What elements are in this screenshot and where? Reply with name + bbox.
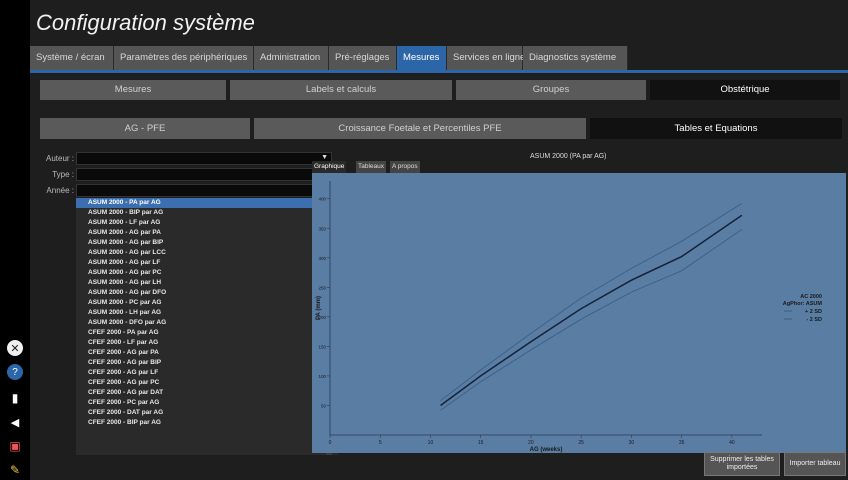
list-item[interactable]: ASUM 2000 - AG par DFO — [76, 288, 338, 298]
tab-underline — [30, 70, 848, 73]
config-window: Configuration système Système / écran Pa… — [30, 0, 848, 480]
speaker-icon[interactable]: ◀ — [5, 412, 25, 432]
chart-tab-tableaux[interactable]: Tableaux — [356, 161, 387, 173]
y-tick-label: 300 — [318, 256, 326, 261]
list-item[interactable]: ASUM 2000 - AG par LCC — [76, 248, 338, 258]
obs-tab-croissance[interactable]: Croissance Foetale et Percentiles PFE — [254, 118, 586, 139]
list-item[interactable]: CFEF 2000 - BIP par AG — [76, 418, 338, 428]
chart-tab-a-propos[interactable]: A propos — [390, 161, 420, 173]
obs-tab-ag-pfe[interactable]: AG - PFE — [40, 118, 250, 139]
tables-list[interactable]: ASUM 2000 - PA par AG ASUM 2000 - BIP par… — [76, 198, 338, 455]
type-label: Type : — [52, 170, 74, 179]
list-item[interactable]: CFEF 2000 - AG par PC — [76, 378, 338, 388]
delete-imported-tables-button[interactable]: Supprimer les tables importées — [704, 452, 780, 476]
legend-title: AgPhor: ASUM — [783, 301, 823, 307]
x-tick-label: 40 — [729, 440, 735, 446]
series-line-plus-2sd — [440, 203, 743, 402]
list-item[interactable]: ASUM 2000 - PA par AG — [76, 198, 338, 208]
subtab-groupes[interactable]: Groupes — [456, 80, 646, 100]
y-axis-label: PA (mm) — [316, 296, 322, 320]
list-item[interactable]: ASUM 2000 - BIP par AG — [76, 208, 338, 218]
x-tick-label: 35 — [679, 440, 685, 446]
y-tick-label: 50 — [321, 403, 327, 408]
list-item[interactable]: CFEF 2000 - LF par AG — [76, 338, 338, 348]
x-tick-label: 10 — [428, 440, 434, 446]
main-tabs: Système / écran Paramètres des périphéri… — [30, 46, 628, 70]
x-tick-label: 30 — [629, 440, 635, 446]
list-item[interactable]: CFEF 2000 - PC par AG — [76, 398, 338, 408]
page-title: Configuration système — [36, 10, 255, 35]
import-table-button[interactable]: Importer tableau — [784, 452, 846, 476]
list-item[interactable]: CFEF 2000 - AG par DAT — [76, 388, 338, 398]
tab-prereglages[interactable]: Pré-réglages — [329, 46, 397, 70]
list-item[interactable]: CFEF 2000 - DAT par AG — [76, 408, 338, 418]
chart-panel: 0 5 10 15 20 25 30 35 40 50 100 150 200 250 300 350 400 A… — [312, 173, 846, 453]
tab-peripheriques[interactable]: Paramètres des périphériques — [114, 46, 254, 70]
growth-chart: 0 5 10 15 20 25 30 35 4050100150200250300350400A… — [316, 181, 823, 453]
list-item[interactable]: ASUM 2000 - AG par LH — [76, 278, 338, 288]
subtab-labels-calculs[interactable]: Labels et calculs — [230, 80, 452, 100]
x-tick-label: 0 — [329, 440, 332, 446]
y-tick-label: 250 — [318, 285, 326, 290]
year-label: Année : — [46, 186, 74, 195]
list-item[interactable]: ASUM 2000 - DFO par AG — [76, 318, 338, 328]
x-axis-label: AG (weeks) — [530, 447, 563, 453]
author-select[interactable]: ▼ — [76, 152, 332, 165]
list-item[interactable]: CFEF 2000 - PA par AG — [76, 328, 338, 338]
legend-entry: + 2 SD — [805, 309, 822, 315]
series-line-mean — [440, 214, 743, 407]
legend-title: AC 2000 — [800, 294, 822, 300]
list-item[interactable]: CFEF 2000 - AG par BIP — [76, 358, 338, 368]
list-item[interactable]: ASUM 2000 - AG par PA — [76, 228, 338, 238]
close-circle-icon[interactable]: ✕ — [7, 340, 23, 356]
list-item[interactable]: ASUM 2000 - AG par PC — [76, 268, 338, 278]
obs-tab-tables-equations[interactable]: Tables et Equations — [590, 118, 842, 139]
help-circle-icon[interactable]: ? — [7, 364, 23, 380]
mouse-icon[interactable]: ▮ — [5, 388, 25, 408]
subtab-mesures[interactable]: Mesures — [40, 80, 226, 100]
list-item[interactable]: CFEF 2000 - AG par PA — [76, 348, 338, 358]
series-line-minus-2sd — [440, 229, 743, 411]
type-select[interactable]: ▼ — [76, 168, 332, 181]
y-tick-label: 100 — [318, 374, 326, 379]
x-tick-label: 5 — [379, 440, 382, 446]
tab-mesures[interactable]: Mesures — [397, 46, 447, 70]
list-item[interactable]: CFEF 2000 - AG par LF — [76, 368, 338, 378]
print-icon[interactable]: ▣ — [5, 436, 25, 456]
x-tick-label: 15 — [478, 440, 484, 446]
pen-icon[interactable]: ✎ — [5, 460, 25, 480]
year-select[interactable]: ▼ — [76, 184, 332, 197]
list-item[interactable]: ASUM 2000 - AG par BIP — [76, 238, 338, 248]
tab-administration[interactable]: Administration — [254, 46, 329, 70]
author-label: Auteur : — [45, 154, 74, 163]
list-item[interactable]: ASUM 2000 - PC par AG — [76, 298, 338, 308]
tab-services-en-ligne[interactable]: Services en ligne — [447, 46, 525, 70]
tab-systeme-ecran[interactable]: Système / écran — [30, 46, 114, 70]
y-tick-label: 350 — [318, 226, 326, 231]
list-item[interactable]: ASUM 2000 - AG par LF — [76, 258, 338, 268]
x-tick-label: 20 — [528, 440, 534, 446]
chart-panel-title: ASUM 2000 (PA par AG) — [530, 153, 607, 160]
chevron-down-icon: ▼ — [321, 154, 328, 161]
subtab-obstetrique[interactable]: Obstétrique — [650, 80, 840, 100]
tab-diagnostics[interactable]: Diagnostics système — [523, 46, 628, 70]
legend-entry: - 2 SD — [806, 317, 822, 323]
x-tick-label: 25 — [578, 440, 584, 446]
list-item[interactable]: ASUM 2000 - LH par AG — [76, 308, 338, 318]
list-item[interactable]: ASUM 2000 - LF par AG — [76, 218, 338, 228]
chart-tab-graphique[interactable]: Graphique — [312, 161, 347, 173]
y-tick-label: 400 — [318, 197, 326, 202]
y-tick-label: 150 — [318, 344, 326, 349]
left-toolbar: ✕ ? ▮ ◀ ▣ ✎ — [0, 0, 30, 480]
